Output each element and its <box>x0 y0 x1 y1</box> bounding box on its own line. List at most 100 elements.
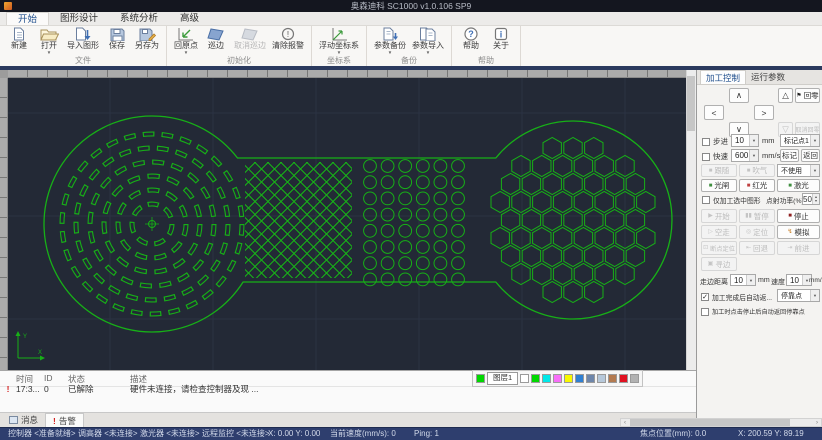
machining-control-panel: 加工控制运行参数 ∧△⚑回零<>∨▽取消回零步进10▼mm标记点1▼快速600▼… <box>696 70 822 427</box>
horizontal-scrollbar-thumb[interactable] <box>630 419 790 426</box>
auto-return-checkbox-box[interactable]: ✓ <box>701 293 709 301</box>
edge-distance-select[interactable]: 10▼ <box>730 274 756 286</box>
status-item-2: 激光器 <未连接> <box>140 428 200 440</box>
ribbon-button-open[interactable]: 打开▼ <box>34 27 64 55</box>
laser-button-icon: ■ <box>788 183 792 189</box>
svg-text:X: X <box>38 350 42 356</box>
shutter-button[interactable]: ■光闸 <box>701 179 737 192</box>
only-selected-checkbox-box[interactable] <box>702 196 710 204</box>
layer-color-swatch-8[interactable] <box>608 374 617 383</box>
ribbon-button-edge-seek[interactable]: 巡边 <box>201 27 231 50</box>
ribbon-tab-0[interactable]: 开始 <box>6 12 49 25</box>
svg-text:?: ? <box>468 29 474 39</box>
status-item-3: 远程监控 <未连接> <box>202 428 270 440</box>
chevron-down-icon: ▼ <box>388 50 392 55</box>
fast-speed-select[interactable]: 600▼ <box>731 149 759 162</box>
layer-color-swatch-3[interactable] <box>553 374 562 383</box>
current-layer-swatch[interactable] <box>476 374 485 383</box>
clear-alarm-icon: ! <box>278 27 298 41</box>
pause-button: ▮▮暂停 <box>739 209 775 223</box>
auto-return-checkbox[interactable]: ✓加工完成后自动返... <box>701 292 772 302</box>
fast-checkbox-box[interactable] <box>702 153 710 161</box>
only-selected-checkbox[interactable]: 仅加工选中图形 <box>702 195 761 205</box>
locate-button-icon: ◎ <box>746 229 751 235</box>
ribbon-button-save-as[interactable]: 另存为 <box>132 27 162 50</box>
edge-seek-side-button-icon: ▣ <box>708 261 714 267</box>
ribbon-button-go-origin[interactable]: 回原点▼ <box>171 27 201 55</box>
step-checkbox-box[interactable] <box>702 138 710 146</box>
ribbon-tab-2[interactable]: 系统分析 <box>109 12 169 25</box>
layer-color-swatch-7[interactable] <box>597 374 606 383</box>
dock-point-select[interactable]: 停靠点▼ <box>777 289 820 302</box>
locate-button: ◎定位 <box>739 225 775 239</box>
layer-color-swatch-5[interactable] <box>575 374 584 383</box>
panel-tabs: 加工控制运行参数 <box>697 70 822 85</box>
chevron-down-icon: ▼ <box>749 135 758 146</box>
edge-speed-unit: mm/s <box>809 277 822 284</box>
ribbon-button-import-graphic[interactable]: 导入图形 <box>64 27 102 50</box>
ribbon-group-label: 备份 <box>371 56 447 66</box>
layer-color-swatch-1[interactable] <box>531 374 540 383</box>
burst-power-label: 点射功率(%) <box>766 195 804 205</box>
panel-tab-0[interactable]: 加工控制 <box>700 70 746 84</box>
simulate-button[interactable]: ↯模拟 <box>777 225 820 239</box>
log-tab-0[interactable]: 消息 <box>2 413 45 427</box>
jog-right-button[interactable]: > <box>754 105 774 120</box>
layer-color-swatch-4[interactable] <box>564 374 573 383</box>
ribbon-button-save[interactable]: 保存 <box>102 27 132 50</box>
chevron-down-icon: ▼ <box>810 290 819 301</box>
home-button[interactable]: ⚑回零 <box>795 88 820 103</box>
mark-button[interactable]: 标记 <box>780 149 799 162</box>
return-button[interactable]: 返回 <box>801 149 820 162</box>
ribbon-group-3: 参数备份▼参数导入▼备份 <box>367 26 452 66</box>
ribbon-button-help[interactable]: ?帮助 <box>456 27 486 50</box>
ribbon-button-float-coord[interactable]: 浮动坐标系▼ <box>316 27 362 55</box>
red-light-button-icon: ■ <box>747 183 751 189</box>
svg-text:i: i <box>500 30 503 40</box>
about-icon: i <box>491 27 511 41</box>
step-checkbox[interactable]: 步进 <box>702 136 728 147</box>
forward-button: ⇥前进 <box>777 241 820 255</box>
layer-color-swatch-10[interactable] <box>630 374 639 383</box>
log-tab-1[interactable]: !告警 <box>45 413 84 427</box>
stop-return-checkbox[interactable]: 加工时点击停止后自动返回停靠点 <box>701 307 805 316</box>
chevron-down-icon: ▼ <box>184 50 188 55</box>
ribbon-button-new[interactable]: 新建 <box>4 27 34 50</box>
spinner-arrows-icon[interactable]: ▴▾ <box>812 194 819 204</box>
layer-color-swatch-0[interactable] <box>520 374 529 383</box>
cad-canvas[interactable]: YX <box>8 78 686 370</box>
chevron-down-icon: ▼ <box>810 135 819 146</box>
layer-color-swatch-6[interactable] <box>586 374 595 383</box>
backup-icon <box>380 27 400 41</box>
gas-select[interactable]: 不使用▼ <box>777 164 820 177</box>
layer-color-swatch-9[interactable] <box>619 374 628 383</box>
scroll-left-icon[interactable]: ‹ <box>621 420 629 426</box>
ribbon-tab-3[interactable]: 高级 <box>169 12 210 25</box>
laser-button[interactable]: ■激光 <box>777 179 820 192</box>
panel-tab-1[interactable]: 运行参数 <box>746 70 790 84</box>
jog-left-button[interactable]: < <box>704 105 724 120</box>
jog-up-button[interactable]: ∧ <box>729 88 749 103</box>
scroll-right-icon[interactable]: › <box>813 420 821 426</box>
ribbon-group-label: 坐标系 <box>316 56 362 66</box>
stop-button[interactable]: ■停止 <box>777 209 820 223</box>
mark-point-select[interactable]: 标记点1▼ <box>780 134 820 147</box>
ribbon-button-clear-alarm[interactable]: !清除报警 <box>269 27 307 50</box>
layer-select-button[interactable]: 图层1 <box>487 372 518 385</box>
ribbon-button-param-import[interactable]: 参数导入▼ <box>409 27 447 55</box>
ribbon-button-param-backup[interactable]: 参数备份▼ <box>371 27 409 55</box>
status-item-4: X: 0.00 Y: 0.00 <box>268 428 320 440</box>
simulate-button-icon: ↯ <box>787 229 792 235</box>
edge-disabled-icon <box>240 27 260 41</box>
canvas-vertical-scrollbar-thumb[interactable] <box>687 76 695 131</box>
dry-run-button-icon: ▷ <box>708 229 713 235</box>
step-size-select[interactable]: 10▼ <box>731 134 759 147</box>
z-plus-button[interactable]: △ <box>778 88 793 103</box>
fast-checkbox[interactable]: 快速 <box>702 151 728 162</box>
red-light-button[interactable]: ■红光 <box>739 179 775 192</box>
burst-power-input[interactable]: 50▴▾ <box>802 193 820 205</box>
ribbon-tab-1[interactable]: 图形设计 <box>49 12 109 25</box>
layer-color-swatch-2[interactable] <box>542 374 551 383</box>
ribbon-button-about[interactable]: i关于 <box>486 27 516 50</box>
stop-return-checkbox-box[interactable] <box>701 308 709 316</box>
